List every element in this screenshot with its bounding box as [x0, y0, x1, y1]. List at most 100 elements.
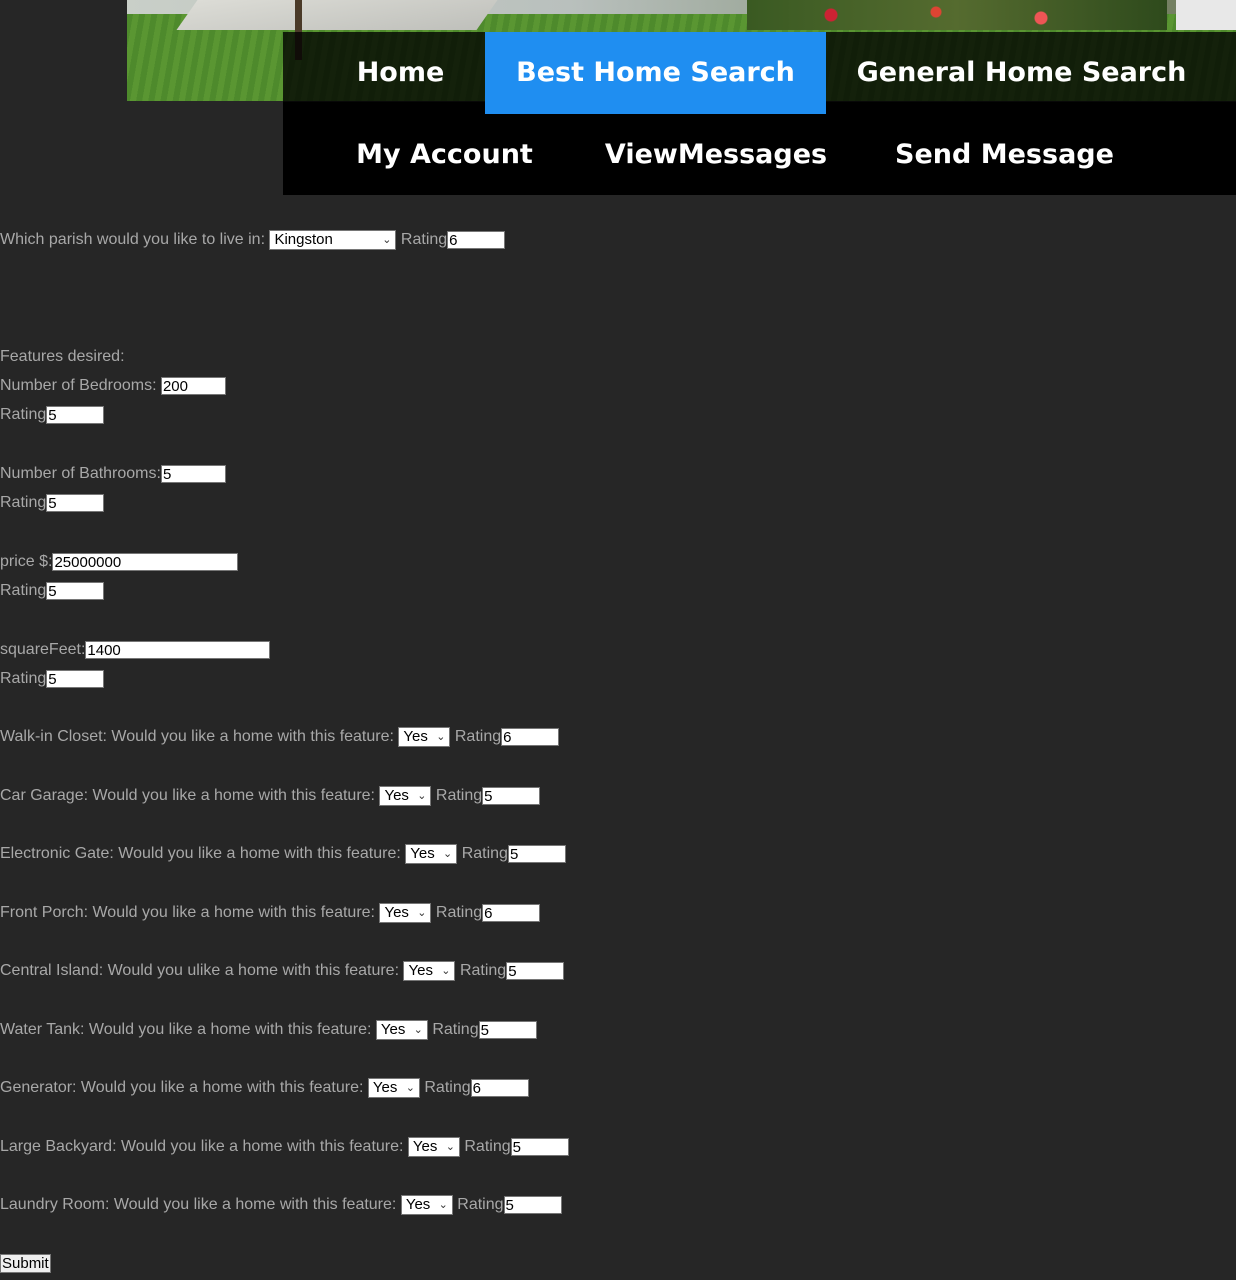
nav-best-home-search[interactable]: Best Home Search: [485, 32, 826, 114]
feature-label: Generator: Would you like a home with th…: [0, 1079, 364, 1096]
feature-row-water-tank: Water Tank: Would you like a home with t…: [0, 1020, 537, 1040]
chevron-down-icon: ⌄: [417, 790, 427, 802]
price-label: price $:: [0, 553, 53, 570]
submit-button[interactable]: Submit: [0, 1254, 51, 1273]
feature-rating-label: Rating: [424, 1079, 471, 1096]
feature-selected-value: Yes: [403, 728, 428, 746]
bedrooms-rating-row: Rating: [0, 405, 105, 425]
parish-rating-label: Rating: [400, 231, 448, 248]
feature-rating-label: Rating: [457, 1196, 504, 1213]
price-rating-row: Rating: [0, 581, 105, 601]
price-row: price $:: [0, 552, 239, 572]
feature-selected-value: Yes: [405, 1196, 431, 1214]
feature-label: Central Island: Would you ulike a home w…: [0, 962, 400, 979]
bedrooms-input[interactable]: [160, 377, 226, 395]
feature-select[interactable]: Yes ⌄: [400, 1195, 453, 1215]
bathrooms-rating-row: Rating: [0, 493, 105, 513]
feature-rating-input[interactable]: [482, 787, 541, 805]
features-heading: Features desired:: [0, 348, 125, 365]
feature-label: Large Backyard: Would you like a home wi…: [0, 1138, 404, 1155]
feature-rating-input[interactable]: [470, 1079, 529, 1097]
main-navigation: Home Best Home Search General Home Searc…: [283, 32, 1236, 195]
banner-driveway: [176, 0, 498, 30]
bedrooms-rating-input[interactable]: [46, 406, 105, 424]
feature-rating-label: Rating: [459, 962, 507, 979]
feature-row-generator: Generator: Would you like a home with th…: [0, 1078, 529, 1098]
feature-rating-input[interactable]: [507, 845, 566, 863]
feature-row-laundry-room: Laundry Room: Would you like a home with…: [0, 1195, 562, 1215]
bedrooms-row: Number of Bedrooms:: [0, 376, 226, 396]
nav-view-messages[interactable]: ViewMessages: [583, 114, 849, 196]
chevron-down-icon: ⌄: [443, 848, 453, 860]
feature-rating-label: Rating: [464, 1138, 511, 1155]
squarefeet-input[interactable]: [85, 641, 271, 659]
price-rating-label: Rating: [0, 582, 47, 599]
banner-flowers: [747, 0, 1167, 30]
chevron-down-icon: ⌄: [405, 1082, 415, 1094]
feature-rating-label: Rating: [461, 845, 508, 862]
squarefeet-label: squareFeet:: [0, 641, 86, 658]
bathrooms-rating-input[interactable]: [46, 494, 105, 512]
bathrooms-input[interactable]: [160, 465, 226, 483]
feature-rating-input[interactable]: [506, 962, 565, 980]
chevron-down-icon: ⌄: [436, 731, 446, 743]
feature-select[interactable]: Yes ⌄: [379, 903, 432, 923]
squarefeet-row: squareFeet:: [0, 640, 271, 660]
feature-select[interactable]: Yes ⌄: [405, 844, 458, 864]
bathrooms-rating-label: Rating: [0, 494, 47, 511]
feature-rating-label: Rating: [432, 1021, 479, 1038]
feature-rating-input[interactable]: [482, 904, 541, 922]
feature-selected-value: Yes: [384, 904, 409, 922]
chevron-down-icon: ⌄: [438, 1199, 448, 1211]
feature-select[interactable]: Yes ⌄: [379, 786, 432, 806]
feature-select[interactable]: Yes ⌄: [403, 961, 456, 981]
nav-home[interactable]: Home: [328, 32, 473, 114]
bedrooms-label: Number of Bedrooms:: [0, 377, 157, 394]
feature-select[interactable]: Yes ⌄: [367, 1078, 420, 1098]
feature-label: Water Tank: Would you like a home with t…: [0, 1021, 372, 1038]
feature-select[interactable]: Yes ⌄: [398, 727, 451, 747]
feature-row-walk-in-closet: Walk-in Closet: Would you like a home wi…: [0, 727, 560, 747]
feature-label: Electronic Gate: Would you like a home w…: [0, 845, 401, 862]
squarefeet-rating-row: Rating: [0, 669, 105, 689]
chevron-down-icon: ⌄: [445, 1141, 455, 1153]
feature-rating-label: Rating: [454, 728, 502, 745]
feature-select[interactable]: Yes ⌄: [407, 1137, 460, 1157]
feature-rating-input[interactable]: [501, 728, 560, 746]
squarefeet-rating-label: Rating: [0, 670, 47, 687]
chevron-down-icon: ⌄: [413, 1024, 423, 1036]
feature-rating-input[interactable]: [503, 1196, 562, 1214]
nav-general-home-search[interactable]: General Home Search: [843, 32, 1200, 114]
feature-label: Laundry Room: Would you like a home with…: [0, 1196, 397, 1213]
feature-rating-input[interactable]: [510, 1138, 569, 1156]
chevron-down-icon: ⌄: [382, 234, 392, 246]
nav-send-message[interactable]: Send Message: [873, 114, 1136, 196]
feature-select[interactable]: Yes ⌄: [375, 1020, 428, 1040]
nav-my-account[interactable]: My Account: [328, 114, 561, 196]
feature-rating-label: Rating: [435, 787, 483, 804]
parish-row: Which parish would you like to live in: …: [0, 230, 506, 250]
chevron-down-icon: ⌄: [441, 965, 451, 977]
parish-rating-input[interactable]: [447, 231, 506, 249]
feature-label: Walk-in Closet: Would you like a home wi…: [0, 728, 394, 745]
bathrooms-row: Number of Bathrooms:: [0, 464, 226, 484]
bedrooms-rating-label: Rating: [0, 406, 47, 423]
feature-selected-value: Yes: [412, 1138, 438, 1156]
parish-select[interactable]: Kingston ⌄: [269, 230, 397, 250]
feature-selected-value: Yes: [380, 1021, 406, 1039]
parish-label: Which parish would you like to live in:: [0, 231, 266, 248]
feature-row-car-garage: Car Garage: Would you like a home with t…: [0, 786, 541, 806]
feature-label: Front Porch: Would you like a home with …: [0, 904, 375, 921]
bathrooms-label: Number of Bathrooms:: [0, 465, 161, 482]
feature-row-large-backyard: Large Backyard: Would you like a home wi…: [0, 1137, 569, 1157]
parish-selected-value: Kingston: [274, 231, 333, 249]
price-rating-input[interactable]: [46, 582, 105, 600]
feature-selected-value: Yes: [408, 962, 433, 980]
squarefeet-rating-input[interactable]: [46, 670, 105, 688]
feature-row-electronic-gate: Electronic Gate: Would you like a home w…: [0, 844, 566, 864]
feature-row-front-porch: Front Porch: Would you like a home with …: [0, 903, 541, 923]
feature-rating-label: Rating: [435, 904, 483, 921]
feature-selected-value: Yes: [410, 845, 435, 863]
feature-rating-input[interactable]: [478, 1021, 537, 1039]
price-input[interactable]: [52, 553, 239, 571]
